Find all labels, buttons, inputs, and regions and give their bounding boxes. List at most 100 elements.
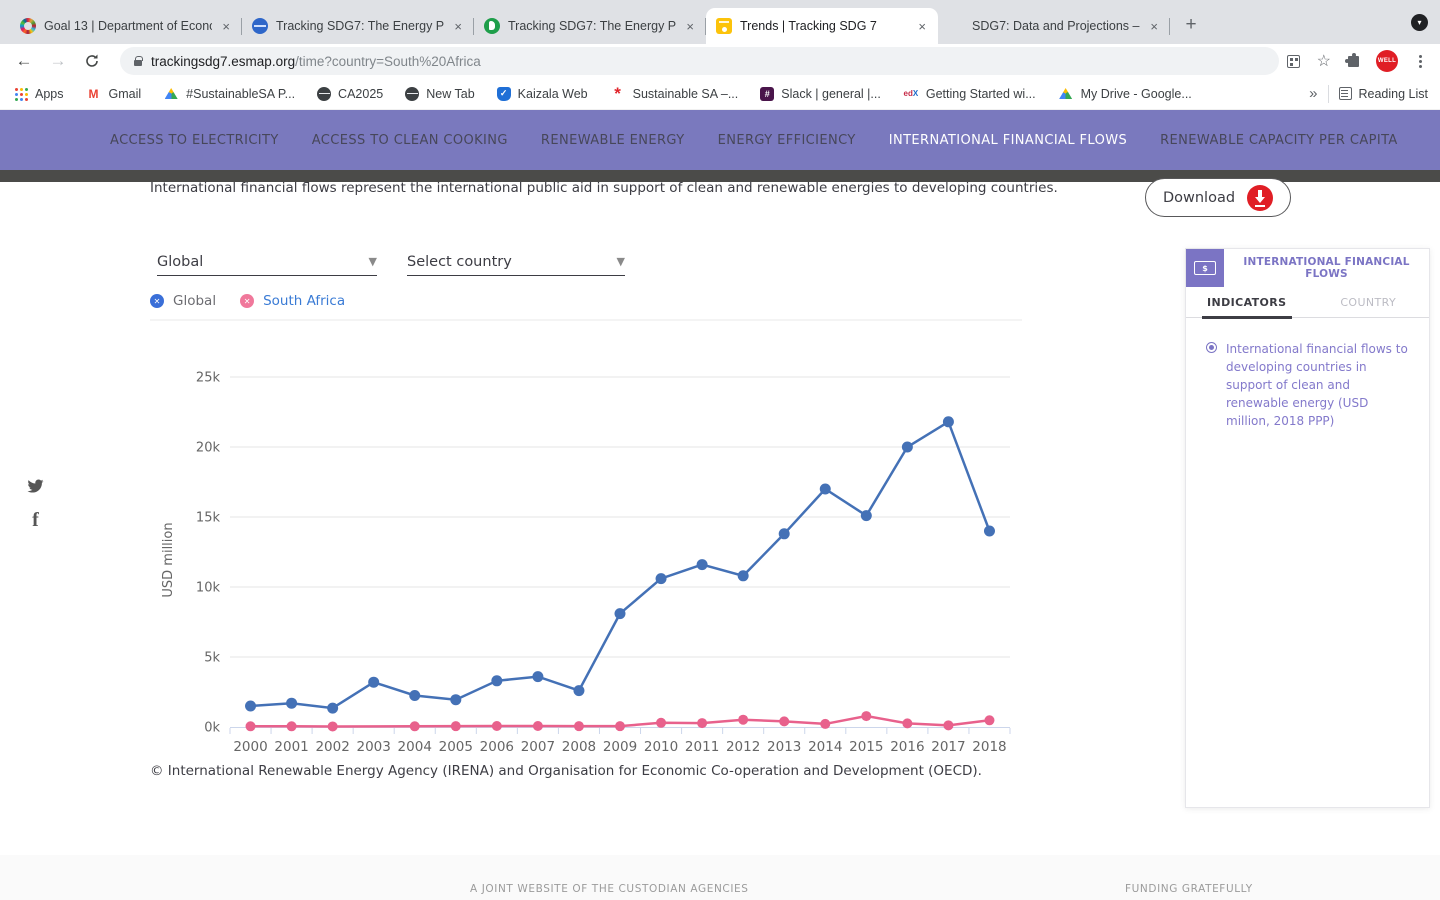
svg-text:2006: 2006 [480,739,514,755]
nav-item-access-to-clean-cooking[interactable]: ACCESS TO CLEAN COOKING [312,133,508,148]
menu-dots-icon[interactable] [1419,60,1422,63]
tab-strip: Goal 13 | Department of Econo...×Trackin… [0,0,1440,44]
tab-search-icon[interactable]: ▾ [1411,14,1428,31]
facebook-icon[interactable]: f [32,511,39,529]
chip-label: Global [173,293,216,309]
bookmarks-divider [1328,85,1329,103]
bookmark-item[interactable]: *Sustainable SA –... [610,86,739,102]
back-button[interactable]: ← [10,47,38,75]
sdg7-yellow-favicon [716,18,732,34]
svg-text:2008: 2008 [562,739,596,755]
bookmark-label: My Drive - Google... [1081,87,1192,101]
twitter-icon[interactable] [26,478,45,498]
kaizala-icon: ✓ [497,87,511,101]
tab-indicators[interactable]: INDICATORS [1186,287,1308,317]
bookmark-item[interactable]: #SustainableSA P... [163,86,295,102]
tab-country[interactable]: COUNTRY [1308,287,1430,317]
reload-button[interactable] [78,47,106,75]
bookmark-item[interactable]: Getting Started wi... [903,86,1036,102]
bookmark-item[interactable]: Apps [12,86,64,102]
browser-tab[interactable]: SDG7: Data and Projections – A... × [938,8,1170,44]
bookmark-label: New Tab [426,87,474,101]
reading-list-button[interactable]: Reading List [1339,87,1429,101]
filter-chip: ✕ Global [150,293,216,309]
bookmark-item[interactable]: ✓ Kaizala Web [497,87,588,101]
tab-close-icon[interactable]: × [1148,19,1160,34]
bookmark-label: Kaizala Web [518,87,588,101]
svg-text:2002: 2002 [315,739,349,755]
financial-flows-icon [1186,249,1224,287]
tab-close-icon[interactable]: × [684,19,696,34]
reading-list-icon [1339,87,1352,100]
tab-title: Trends | Tracking SDG 7 [740,19,908,33]
nav-item-international-financial-flows[interactable]: INTERNATIONAL FINANCIAL FLOWS [889,133,1127,148]
panel-body: International financial flows to develop… [1186,318,1429,430]
chevron-down-icon: ▼ [617,255,625,268]
indicator-label: International financial flows to develop… [1226,340,1415,430]
chip-remove-icon[interactable]: ✕ [150,294,164,308]
tab-close-icon[interactable]: × [452,19,464,34]
padlock-icon[interactable] [134,60,142,66]
address-bar[interactable]: trackingsdg7.esmap.org/time?country=Sout… [120,47,1279,75]
nav-item-access-to-electricity[interactable]: ACCESS TO ELECTRICITY [110,133,279,148]
bookmark-item[interactable]: My Drive - Google... [1058,86,1192,102]
svg-text:2014: 2014 [808,739,842,755]
bookmark-label: Getting Started wi... [926,87,1036,101]
tab-title: Tracking SDG7: The Energy Pro... [508,19,676,33]
svg-text:25k: 25k [196,371,221,386]
browser-tab[interactable]: Tracking SDG7: The Energy Pro... × [474,8,706,44]
region-dropdown-value: Global [157,254,203,270]
svg-text:2013: 2013 [767,739,801,755]
svg-text:2012: 2012 [726,739,760,755]
tab-title: Goal 13 | Department of Econo... [44,19,212,33]
nav-item-energy-efficiency[interactable]: ENERGY EFFICIENCY [718,133,856,148]
bookmark-item[interactable]: MGmail [86,86,142,102]
browser-toolbar: ← → trackingsdg7.esmap.org/time?country=… [0,44,1440,78]
extensions-icon[interactable] [1348,56,1359,67]
chip-remove-icon[interactable]: ✕ [240,294,254,308]
chart-area[interactable]: 0k5k10k15k20k25k200020012002200320042005… [150,308,1030,760]
tab-title: SDG7: Data and Projections – A... [972,19,1140,33]
nav-item-renewable-energy[interactable]: RENEWABLE ENERGY [541,133,685,148]
edx-icon [903,86,919,102]
url-text: trackingsdg7.esmap.org/time?country=Sout… [151,54,481,69]
drive-icon [163,86,179,102]
download-button[interactable]: Download [1145,178,1291,217]
bookmark-label: CA2025 [338,87,383,101]
bookmark-label: Sustainable SA –... [633,87,739,101]
browser-tab[interactable]: Tracking SDG7: The Energy Pro... × [242,8,474,44]
panel-header: INTERNATIONAL FINANCIAL FLOWS [1186,249,1429,287]
reading-list-label: Reading List [1359,87,1429,101]
tab-close-icon[interactable]: × [220,19,232,34]
svg-text:2017: 2017 [931,739,965,755]
browser-tab[interactable]: Trends | Tracking SDG 7 × [706,8,938,44]
tab-close-icon[interactable]: × [916,19,928,34]
forward-button[interactable]: → [44,47,72,75]
svg-text:2007: 2007 [521,739,555,755]
country-dropdown[interactable]: Select country ▼ [407,248,625,276]
bookmark-star-icon[interactable]: ☆ [1317,51,1331,71]
country-dropdown-placeholder: Select country [407,254,512,270]
bookmark-label: Apps [35,87,64,101]
region-dropdown[interactable]: Global ▼ [157,248,377,276]
svg-text:0k: 0k [204,721,220,736]
bookmark-item[interactable]: #Slack | general |... [760,87,881,101]
url-host: trackingsdg7.esmap.org [151,54,295,69]
bookmark-label: Gmail [109,87,142,101]
profile-avatar[interactable]: WELL [1376,50,1398,72]
iea-favicon [948,18,964,34]
bookmarks-overflow-chevron[interactable]: » [1299,85,1327,102]
footer-funding-text: FUNDING GRATEFULLY [1125,883,1253,895]
bookmark-item[interactable]: New Tab [405,87,474,101]
tab-title: Tracking SDG7: The Energy Pro... [276,19,444,33]
bookmark-item[interactable]: CA2025 [317,87,383,101]
site-nav: ACCESS TO ELECTRICITY ACCESS TO CLEAN COO… [0,110,1440,170]
install-icon[interactable] [1287,55,1300,68]
new-tab-button[interactable]: + [1176,10,1206,40]
indicator-radio[interactable] [1206,342,1217,353]
svg-text:2010: 2010 [644,739,678,755]
browser-tab[interactable]: Goal 13 | Department of Econo... × [10,8,242,44]
nav-item-renewable-capacity-per-capita[interactable]: RENEWABLE CAPACITY PER CAPITA [1160,133,1398,148]
chevron-down-icon: ▼ [369,255,377,268]
trend-chart[interactable]: 0k5k10k15k20k25k200020012002200320042005… [150,308,1030,760]
